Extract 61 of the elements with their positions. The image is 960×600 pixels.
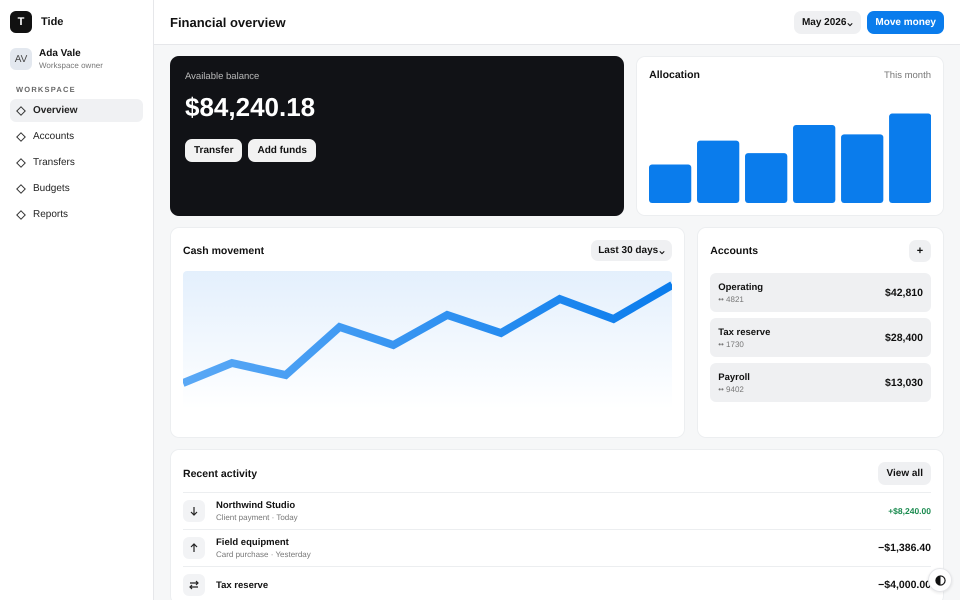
account-row[interactable]: Payroll •• 9402 $13,030 <box>710 363 931 402</box>
transaction-amount: −$4,000.00 <box>878 579 931 591</box>
user-name: Ada Vale <box>39 48 82 59</box>
sidebar-item[interactable]: Reports <box>10 203 143 226</box>
transaction-amount: +$8,240.00 <box>888 506 931 516</box>
view-all-button[interactable]: View all <box>878 462 931 485</box>
account-number: •• 9402 <box>718 384 745 394</box>
brand-name: Tide <box>41 16 64 28</box>
account-name: Operating <box>718 282 764 292</box>
chart-bar <box>697 140 740 203</box>
transaction-name: Field equipment <box>216 537 290 548</box>
diamond-icon <box>16 210 26 220</box>
account-name: Payroll <box>718 372 750 382</box>
diamond-icon <box>16 132 26 142</box>
sidebar-item[interactable]: Budgets <box>10 177 143 200</box>
card-title: Cash movement <box>183 244 264 256</box>
half-circle-icon <box>934 574 946 586</box>
move-money-button[interactable]: Move money <box>867 10 944 34</box>
period-dropdown[interactable]: May 2026 <box>794 10 862 34</box>
transaction-amount: −$1,386.40 <box>878 542 931 554</box>
theme-toggle-button[interactable] <box>928 568 952 592</box>
page-title: Financial overview <box>170 14 286 30</box>
user-role: Workspace owner <box>39 61 103 70</box>
add-account-button[interactable]: + <box>909 240 931 262</box>
sidebar-item[interactable]: Accounts <box>10 125 143 148</box>
card-title: Recent activity <box>183 468 258 480</box>
account-row[interactable]: Tax reserve •• 1730 $28,400 <box>710 318 931 357</box>
arrow-down-icon <box>183 500 205 522</box>
transaction-detail: Card purchase · Yesterday <box>216 550 312 559</box>
diamond-icon <box>16 184 26 194</box>
diamond-icon <box>16 106 26 116</box>
transaction-name: Tax reserve <box>216 580 270 590</box>
balance-action-button[interactable]: Transfer <box>185 139 242 162</box>
balance-action-button[interactable]: Add funds <box>248 139 316 162</box>
chart-bar <box>841 134 884 203</box>
period-label: This month <box>884 70 931 80</box>
chevron-down-icon <box>659 250 666 255</box>
chart-bar <box>649 164 692 203</box>
account-number: •• 4821 <box>718 294 745 304</box>
chart-bar <box>745 153 788 203</box>
account-balance: $28,400 <box>885 332 923 344</box>
account-balance: $13,030 <box>885 376 923 388</box>
sidebar-item[interactable]: Transfers <box>10 151 143 174</box>
swap-icon <box>183 574 205 596</box>
range-dropdown[interactable]: Last 30 days <box>591 240 672 261</box>
account-name: Tax reserve <box>718 326 770 338</box>
avatar: AV <box>10 48 32 70</box>
account-row[interactable]: Operating •• 4821 $42,810 <box>710 273 931 312</box>
balance-amount: $84,240.18 <box>185 92 316 123</box>
arrow-up-icon <box>183 537 205 559</box>
sidebar-item[interactable]: Overview <box>10 99 143 122</box>
card-title: Allocation <box>649 69 700 81</box>
account-number: •• 1730 <box>718 340 745 348</box>
card-title: Accounts <box>710 245 758 257</box>
chevron-down-icon <box>847 22 854 26</box>
account-balance: $42,810 <box>885 286 923 298</box>
logo-mark: T <box>10 11 32 33</box>
transaction-name: Northwind Studio <box>216 500 296 511</box>
diamond-icon <box>16 158 26 168</box>
transaction-detail: Client payment · Today <box>216 513 299 522</box>
balance-label: Available balance <box>185 71 260 82</box>
